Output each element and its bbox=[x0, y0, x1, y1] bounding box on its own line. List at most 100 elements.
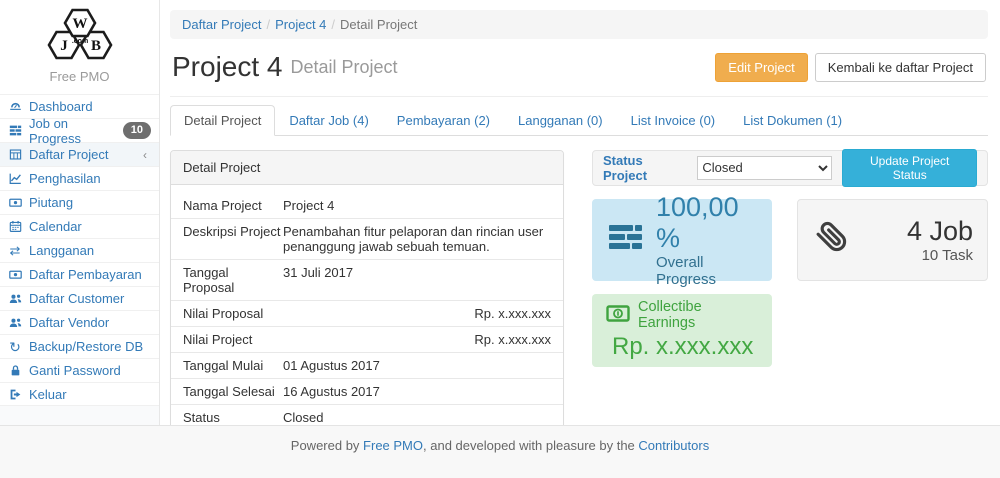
sidebar-item-label: Daftar Customer bbox=[29, 291, 124, 306]
sidebar-item-label: Dashboard bbox=[29, 99, 93, 114]
refresh-icon: ↻ bbox=[8, 340, 22, 354]
footer-link-free-pmo[interactable]: Free PMO bbox=[363, 438, 423, 453]
detail-row: Nilai ProjectRp. x.xxx.xxx bbox=[171, 326, 563, 352]
detail-row-value: 31 Juli 2017 bbox=[283, 265, 551, 295]
sidebar-item-penghasilan[interactable]: Penghasilan bbox=[0, 166, 159, 190]
users-icon bbox=[8, 316, 22, 329]
paperclip-icon bbox=[812, 217, 854, 262]
detail-row-label: Deskripsi Project bbox=[183, 224, 283, 254]
edit-project-button[interactable]: Edit Project bbox=[715, 53, 807, 83]
breadcrumb-item[interactable]: Daftar Project bbox=[182, 17, 261, 32]
tab-list-invoice-0[interactable]: List Invoice (0) bbox=[617, 105, 730, 136]
page-header: Project 4 Detail Project Edit Project Ke… bbox=[170, 47, 988, 97]
breadcrumb-item: Detail Project bbox=[340, 17, 417, 32]
detail-row-label: Status bbox=[183, 410, 283, 425]
sidebar-item-daftar-project[interactable]: Daftar Project ‹ bbox=[0, 142, 159, 166]
footer-text-2: , and developed with pleasure by the bbox=[423, 438, 638, 453]
breadcrumb: Daftar Project/Project 4/Detail Project bbox=[170, 10, 988, 39]
sidebar-item-langganan[interactable]: ⇄Langganan bbox=[0, 238, 159, 262]
tab-list-dokumen-1[interactable]: List Dokumen (1) bbox=[729, 105, 856, 136]
sidebar-item-label: Job on Progress bbox=[29, 116, 116, 146]
detail-row-value: 01 Agustus 2017 bbox=[283, 358, 551, 373]
footer-text-1: Powered by bbox=[291, 438, 363, 453]
detail-row: Deskripsi ProjectPenambahan fitur pelapo… bbox=[171, 218, 563, 259]
status-project-panel: Status Project Closed Update Project Sta… bbox=[592, 150, 988, 186]
tab-langganan-0[interactable]: Langganan (0) bbox=[504, 105, 617, 136]
earnings-label: Collectibe Earnings bbox=[638, 299, 758, 331]
update-status-button[interactable]: Update Project Status bbox=[842, 149, 977, 187]
dashboard-icon bbox=[8, 100, 22, 113]
detail-row-label: Tanggal Selesai bbox=[183, 384, 283, 399]
sidebar-item-label: Daftar Vendor bbox=[29, 315, 109, 330]
sidebar-item-label: Daftar Pembayaran bbox=[29, 267, 142, 282]
overall-progress-label: Overall Progress bbox=[656, 254, 758, 288]
page-title: Project 4 bbox=[172, 52, 283, 83]
users-icon bbox=[8, 292, 22, 305]
retweet-icon: ⇄ bbox=[8, 244, 22, 257]
earnings-value: Rp. x.xxx.xxx bbox=[606, 333, 758, 361]
sidebar-item-piutang[interactable]: Piutang bbox=[0, 190, 159, 214]
detail-row: Tanggal Selesai16 Agustus 2017 bbox=[171, 378, 563, 404]
overall-progress-box: 100,00 % Overall Progress bbox=[592, 199, 772, 281]
sidebar-item-label: Ganti Password bbox=[29, 363, 121, 378]
sidebar-item-job-on-progress[interactable]: Job on Progress10 bbox=[0, 118, 159, 142]
status-project-label: Status Project bbox=[603, 153, 687, 183]
app-window: J W B .com Free PMO Dashboard Job on Prog… bbox=[0, 0, 1000, 425]
money-icon bbox=[8, 268, 22, 281]
line-chart-icon bbox=[8, 172, 22, 185]
sign-out-icon bbox=[8, 388, 22, 401]
detail-row-label: Tanggal Mulai bbox=[183, 358, 283, 373]
sidebar: J W B .com Free PMO Dashboard Job on Prog… bbox=[0, 0, 160, 425]
sidebar-item-label: Keluar bbox=[29, 387, 67, 402]
table-icon bbox=[8, 148, 22, 161]
detail-row: Tanggal Mulai01 Agustus 2017 bbox=[171, 352, 563, 378]
status-select[interactable]: Closed bbox=[697, 156, 832, 180]
detail-row-label: Nama Project bbox=[183, 198, 283, 213]
chevron-left-icon: ‹ bbox=[143, 148, 151, 162]
tab-detail-project[interactable]: Detail Project bbox=[170, 105, 275, 136]
sidebar-item-label: Penghasilan bbox=[29, 171, 101, 186]
detail-row: Tanggal Proposal31 Juli 2017 bbox=[171, 259, 563, 300]
detail-row-label: Tanggal Proposal bbox=[183, 265, 283, 295]
task-count-label: 10 Task bbox=[907, 247, 973, 264]
detail-row-value: Rp. x.xxx.xxx bbox=[283, 306, 551, 321]
sidebar-item-label: Daftar Project bbox=[29, 147, 108, 162]
job-count-box: 4 Job 10 Task bbox=[797, 199, 988, 281]
detail-row-value: Rp. x.xxx.xxx bbox=[283, 332, 551, 347]
sidebar-item-keluar[interactable]: Keluar bbox=[0, 382, 159, 406]
money-icon bbox=[606, 305, 630, 326]
sidebar-item-daftar-vendor[interactable]: Daftar Vendor bbox=[0, 310, 159, 334]
detail-row-value: Penambahan fitur pelaporan dan rincian u… bbox=[283, 224, 551, 254]
tab-pembayaran-2[interactable]: Pembayaran (2) bbox=[383, 105, 504, 136]
sidebar-item-calendar[interactable]: Calendar bbox=[0, 214, 159, 238]
sidebar-item-dashboard[interactable]: Dashboard bbox=[0, 94, 159, 118]
overall-progress-value: 100,00 % bbox=[656, 192, 758, 254]
lock-icon bbox=[8, 364, 22, 377]
breadcrumb-item[interactable]: Project 4 bbox=[275, 17, 326, 32]
sidebar-item-daftar-customer[interactable]: Daftar Customer bbox=[0, 286, 159, 310]
sidebar-menu: DashboardJob on Progress10Daftar Project… bbox=[0, 94, 159, 406]
sidebar-item-ganti-password[interactable]: Ganti Password bbox=[0, 358, 159, 382]
calendar-icon bbox=[8, 220, 22, 233]
sidebar-item-label: Piutang bbox=[29, 195, 73, 210]
back-to-list-button[interactable]: Kembali ke daftar Project bbox=[815, 53, 986, 83]
detail-table: Nama ProjectProject 4Deskripsi ProjectPe… bbox=[171, 185, 563, 425]
sidebar-item-label: Calendar bbox=[29, 219, 82, 234]
sidebar-item-backup-restore-db[interactable]: ↻Backup/Restore DB bbox=[0, 334, 159, 358]
logo-com-text: .com bbox=[71, 38, 87, 45]
detail-row: StatusClosed bbox=[171, 404, 563, 425]
sidebar-item-daftar-pembayaran[interactable]: Daftar Pembayaran bbox=[0, 262, 159, 286]
breadcrumb-separator: / bbox=[261, 17, 275, 32]
detail-row-value: 16 Agustus 2017 bbox=[283, 384, 551, 399]
svg-text:W: W bbox=[72, 16, 87, 32]
brand-name: Free PMO bbox=[0, 69, 159, 84]
svg-text:J: J bbox=[60, 38, 68, 54]
footer-link-contributors[interactable]: Contributors bbox=[638, 438, 709, 453]
panel-title: Detail Project bbox=[171, 151, 563, 185]
breadcrumb-separator: / bbox=[326, 17, 340, 32]
tab-daftar-job-4[interactable]: Daftar Job (4) bbox=[275, 105, 382, 136]
tab-bar: Detail ProjectDaftar Job (4)Pembayaran (… bbox=[170, 105, 988, 136]
jwb-logo: J W B .com bbox=[24, 4, 136, 64]
detail-row: Nilai ProposalRp. x.xxx.xxx bbox=[171, 300, 563, 326]
collectible-earnings-box: Collectibe Earnings Rp. x.xxx.xxx bbox=[592, 294, 772, 367]
